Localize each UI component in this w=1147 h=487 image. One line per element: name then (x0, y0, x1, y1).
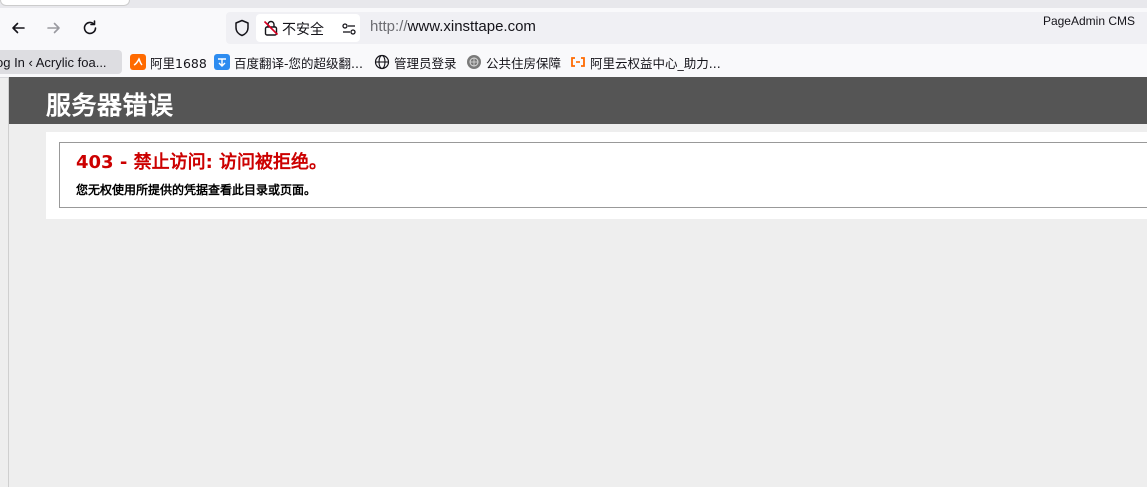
insecure-lock-icon (262, 19, 280, 37)
alibaba-1688-icon (130, 54, 146, 70)
bookmark-label: 阿里1688 (150, 55, 207, 71)
error-message: 您无权使用所提供的凭据查看此目录或页面。 (76, 183, 317, 197)
shield-icon (235, 19, 249, 37)
bookmark-public-housing[interactable]: 公共住房保障 (466, 51, 561, 73)
bookmark-label: 管理员登录 (394, 55, 457, 71)
error-box: 403 - 禁止访问: 访问被拒绝。 您无权使用所提供的凭据查看此目录或页面。 (59, 142, 1147, 208)
bookmark-label: og In ‹ Acrylic foa... (0, 54, 107, 70)
page-title: 服务器错误 (46, 91, 174, 120)
bookmark-baidu-translate[interactable]: 百度翻译-您的超级翻... (214, 51, 363, 73)
bookmark-admin-login[interactable]: 管理员登录 (374, 51, 457, 73)
error-content: 403 - 禁止访问: 访问被拒绝。 您无权使用所提供的凭据查看此目录或页面。 (46, 132, 1147, 219)
emblem-icon (466, 54, 482, 70)
page-header: 服务器错误 (9, 77, 1147, 124)
address-bar[interactable]: 不安全 http://www.xinsttape.com (226, 12, 1147, 44)
active-tab[interactable] (0, 0, 130, 6)
baidu-translate-icon (214, 54, 230, 70)
tab-strip (0, 0, 1147, 8)
bookmark-label: 公共住房保障 (486, 55, 562, 71)
tracking-protection-button[interactable] (232, 18, 252, 38)
url-host: www.xinsttape.com (407, 18, 536, 35)
url-scheme: http:// (370, 18, 408, 35)
forward-button[interactable] (40, 14, 68, 42)
reload-button[interactable] (76, 14, 104, 42)
site-security-indicator[interactable]: 不安全 (256, 14, 360, 42)
error-title: 403 - 禁止访问: 访问被拒绝。 (76, 152, 328, 173)
back-button[interactable] (4, 14, 32, 42)
forward-icon (47, 22, 60, 34)
globe-icon (374, 54, 390, 70)
bookmark-aliyun-center[interactable]: 阿里云权益中心_助力... (570, 51, 721, 73)
url-text[interactable]: http://www.xinsttape.com (370, 18, 536, 35)
security-label: 不安全 (282, 22, 324, 38)
permissions-icon[interactable] (340, 20, 358, 38)
reload-icon (83, 20, 97, 35)
page-viewport: 服务器错误 403 - 禁止访问: 访问被拒绝。 您无权使用所提供的凭据查看此目… (8, 77, 1147, 487)
corner-label: PageAdmin CMS (1042, 14, 1135, 28)
back-icon (12, 22, 25, 34)
navigation-toolbar: 不安全 http://www.xinsttape.com PageAdmin C… (0, 8, 1147, 48)
bookmarks-toolbar: og In ‹ Acrylic foa... 阿里1688 百度翻译-您的超级翻… (0, 48, 1147, 78)
bookmark-label: 阿里云权益中心_助力... (590, 55, 721, 71)
bookmark-acrylic-login[interactable]: og In ‹ Acrylic foa... (0, 50, 122, 74)
aliyun-icon (570, 54, 586, 70)
bookmark-alibaba-1688[interactable]: 阿里1688 (130, 51, 207, 73)
bookmark-label: 百度翻译-您的超级翻... (234, 55, 363, 71)
